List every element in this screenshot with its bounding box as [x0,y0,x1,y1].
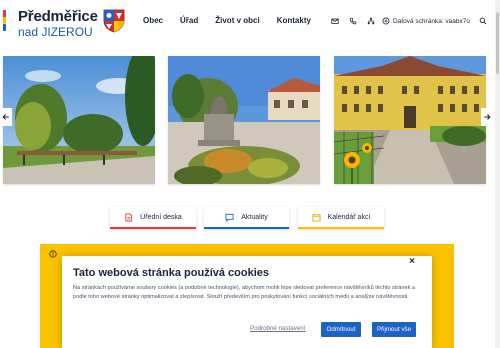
quicklink-label: Kalendář akcí [327,213,371,221]
quicklink-aktuality[interactable]: Aktuality [204,207,289,229]
nav-item-urad[interactable]: Úřad [180,16,198,25]
site-title[interactable]: Předměřice [18,8,98,25]
quicklink-label: Aktuality [241,213,268,221]
databox-label: Datová schránka: vaabx7o [393,17,470,25]
cookie-accept-button[interactable]: Přijmout vše [372,322,416,337]
nav-item-kontakty[interactable]: Kontakty [277,16,311,25]
main-nav: Obec Úřad Život v obci Kontakty [143,16,328,25]
nav-item-zivot-v-obci[interactable]: Život v obci [215,16,259,25]
cookie-title: Tato webová stránka používá cookies [73,267,270,279]
document-icon [125,212,133,222]
site-subtitle[interactable]: nad JIZEROU [18,25,93,39]
cookie-close-button[interactable]: × [409,256,415,267]
cookie-reject-button[interactable]: Odmítnout [321,322,361,337]
mail-icon[interactable] [328,14,342,28]
header-tools: Datová schránka: vaabx7o [324,13,490,29]
phone-icon[interactable] [346,14,360,28]
arrow-right-icon [484,114,491,120]
search-icon[interactable] [476,14,490,28]
chat-icon [225,213,234,222]
quicklink-kalendar-akci[interactable]: Kalendář akcí [298,207,384,229]
coat-of-arms-icon[interactable] [103,9,125,33]
sitemap-icon[interactable] [364,14,378,28]
page: Předměřice nad JIZEROU Obec Úřad Život v… [0,0,500,348]
quicklink-uredni-deska[interactable]: Úřední deska [110,207,196,229]
logo-color-bars [3,10,6,32]
arrow-left-icon [2,114,9,120]
databox-link[interactable]: Datová schránka: vaabx7o [382,13,470,29]
quicklink-label: Úřední deska [140,213,182,221]
calendar-icon [312,213,321,222]
gallery-photo-memorial[interactable] [168,56,320,184]
cookie-dialog: × Tato webová stránka používá cookies Na… [62,256,432,348]
cookie-text: Na stránkách používáme soubory cookies (… [73,285,416,300]
cookie-settings-link[interactable]: Podrobné nastavení [250,325,305,332]
databox-icon [382,17,390,25]
nav-item-obec[interactable]: Obec [143,16,163,25]
info-icon [49,250,57,258]
page-scrollbar[interactable] [495,0,500,348]
gallery-photo-school[interactable] [334,56,486,184]
scrollbar-thumb[interactable] [496,12,499,74]
gallery-next-button[interactable] [481,108,493,126]
site-header: Předměřice nad JIZEROU Obec Úřad Život v… [0,0,500,46]
photo-gallery [0,56,500,186]
gallery-prev-button[interactable] [0,108,12,126]
gallery-photo-park[interactable] [3,56,155,184]
